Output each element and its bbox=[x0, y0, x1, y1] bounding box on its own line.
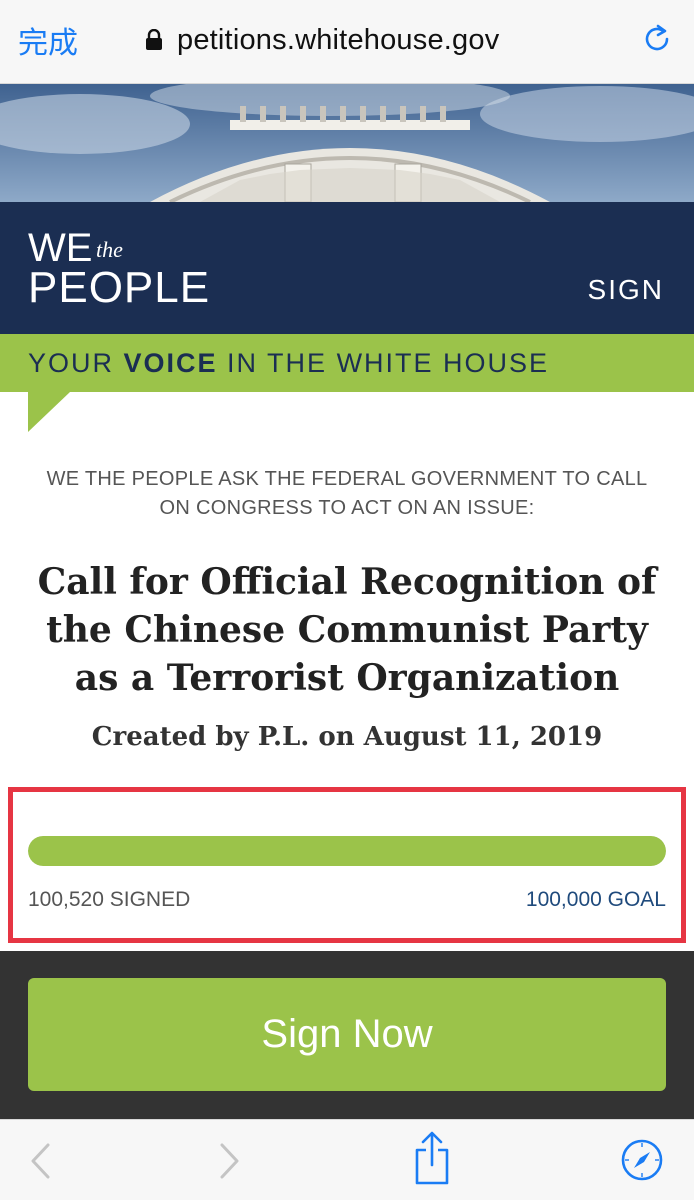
tagline-bold: VOICE bbox=[123, 348, 218, 378]
nav-sign-link[interactable]: SIGN bbox=[588, 274, 664, 306]
signed-count: 100,520 SIGNED bbox=[28, 888, 191, 911]
reload-icon[interactable] bbox=[640, 22, 674, 56]
petition-title: Call for Official Recognition of the Chi… bbox=[37, 561, 657, 699]
tagline-post: IN THE WHITE HOUSE bbox=[217, 348, 550, 378]
progress-bar-fill bbox=[28, 836, 666, 866]
header-photo bbox=[0, 84, 694, 202]
tagline-banner: YOUR VOICE IN THE WHITE HOUSE bbox=[0, 334, 694, 392]
url-text: petitions.whitehouse.gov bbox=[177, 23, 500, 56]
address-bar[interactable]: petitions.whitehouse.gov bbox=[145, 20, 499, 60]
logo-the: the bbox=[96, 237, 123, 262]
tagline-pre: YOUR bbox=[28, 348, 124, 378]
browser-bottom-toolbar bbox=[0, 1119, 694, 1200]
logo-people: PEOPLE bbox=[28, 263, 211, 312]
sign-section: Sign Now bbox=[0, 951, 694, 1119]
petition-created-by: Created by P.L. on August 11, 2019 bbox=[91, 722, 603, 752]
signature-progress-section: 100,520 SIGNED 100,000 GOAL bbox=[8, 787, 686, 943]
banner-tail bbox=[28, 392, 70, 432]
chevron-left-icon[interactable] bbox=[28, 1142, 52, 1180]
compass-icon[interactable] bbox=[620, 1138, 664, 1182]
done-button[interactable]: 完成 bbox=[18, 18, 78, 62]
sign-now-button[interactable]: Sign Now bbox=[28, 978, 666, 1091]
chevron-right-icon[interactable] bbox=[218, 1142, 242, 1180]
site-header: WE the PEOPLE SIGN bbox=[0, 202, 694, 334]
share-icon[interactable] bbox=[412, 1130, 452, 1186]
lock-icon bbox=[146, 29, 162, 50]
browser-top-bar: 完成 petitions.whitehouse.gov bbox=[0, 0, 694, 84]
progress-bar bbox=[28, 836, 666, 866]
tagline-text: YOUR VOICE IN THE WHITE HOUSE bbox=[28, 348, 549, 379]
petition-ask-text: WE THE PEOPLE ASK THE FEDERAL GOVERNMENT… bbox=[46, 468, 648, 519]
signature-goal: 100,000 GOAL bbox=[525, 888, 666, 911]
